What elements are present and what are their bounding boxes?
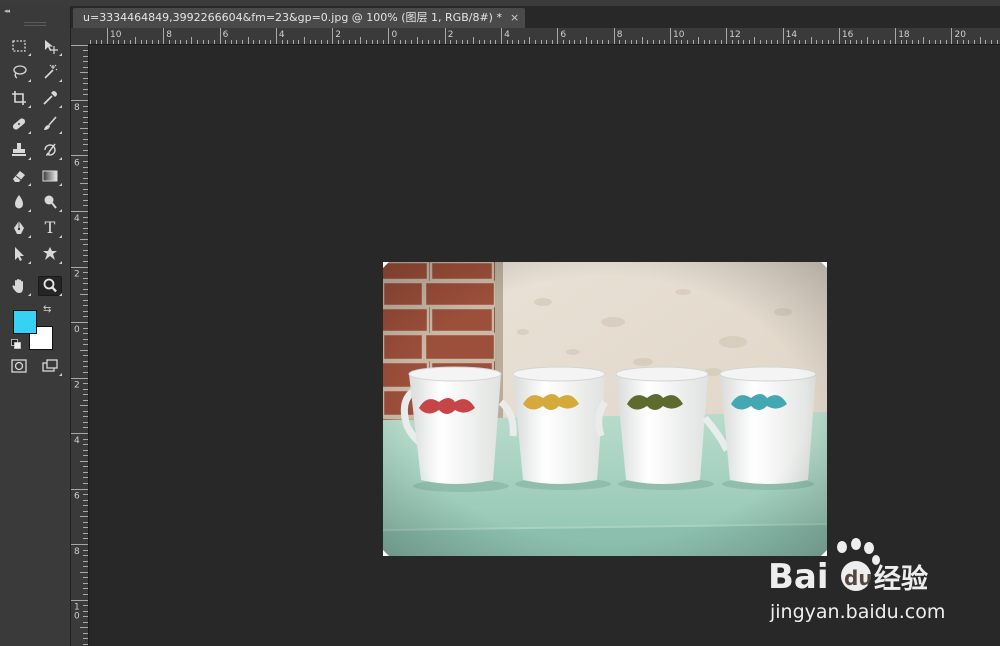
pen-icon[interactable] xyxy=(7,218,31,238)
watermark-brand-cn: 经验 xyxy=(874,563,928,595)
ruler-horizontal[interactable]: 10 8 6 4 2 0 2 4 6 8 10 12 14 16 18 20 xyxy=(89,28,1000,45)
ruler-label: 16 xyxy=(842,30,854,40)
ruler-label: 8 xyxy=(74,103,80,113)
default-colors-icon[interactable] xyxy=(11,339,21,349)
ruler-label: 2 xyxy=(335,30,341,40)
ruler-label: 10 xyxy=(110,30,122,40)
magic-wand-icon[interactable] xyxy=(38,62,62,82)
document-tab[interactable]: u=3334464849,3992266604&fm=23&gp=0.jpg @… xyxy=(73,8,526,28)
quick-mask-icon[interactable] xyxy=(7,356,31,376)
marquee-icon[interactable] xyxy=(7,36,31,56)
crop-icon[interactable] xyxy=(7,88,31,108)
ruler-label: 6 xyxy=(560,30,566,40)
close-icon[interactable]: × xyxy=(510,8,519,28)
ruler-vertical[interactable]: 8642024681012 xyxy=(71,44,89,646)
ruler-label: 6 xyxy=(74,159,80,169)
ruler-label: 8 xyxy=(617,30,623,40)
lasso-icon[interactable] xyxy=(7,62,31,82)
ruler-horizontal-ticks: 10 8 6 4 2 0 2 4 6 8 10 12 14 16 18 20 xyxy=(90,28,998,44)
ruler-label: 0 xyxy=(74,325,80,335)
history-brush-icon[interactable] xyxy=(38,140,62,160)
gradient-icon[interactable] xyxy=(38,166,62,186)
ruler-label: 12 xyxy=(729,30,740,40)
document-tab-bar: u=3334464849,3992266604&fm=23&gp=0.jpg @… xyxy=(71,6,1000,29)
eyedropper-icon[interactable] xyxy=(38,88,62,108)
ruler-label: 8 xyxy=(166,30,172,40)
baidu-paw-icon xyxy=(837,538,880,565)
type-icon[interactable]: T xyxy=(38,218,62,238)
ruler-label: 4 xyxy=(74,214,80,224)
brush-icon[interactable] xyxy=(38,114,62,134)
photo-mustache-mugs xyxy=(383,262,827,556)
zoom-icon[interactable] xyxy=(38,276,62,296)
ruler-label: 6 xyxy=(74,492,80,502)
ruler-label: 4 xyxy=(74,436,80,446)
foreground-color-swatch[interactable] xyxy=(13,310,37,334)
baidu-jingyan-watermark: Bai du 经验 jingyan.baidu.com xyxy=(768,538,945,623)
ruler-label: 4 xyxy=(504,30,510,40)
move-icon[interactable] xyxy=(38,36,62,56)
ruler-label: 20 xyxy=(955,30,967,40)
stamp-icon[interactable] xyxy=(7,140,31,160)
toolbox-panel: ◂◂ T ⇆ xyxy=(0,6,71,646)
swap-colors-icon[interactable]: ⇆ xyxy=(43,304,51,315)
panel-grip[interactable] xyxy=(24,22,46,26)
eraser-icon[interactable] xyxy=(7,166,31,186)
ruler-label: 14 xyxy=(786,30,798,40)
ruler-label: 0 xyxy=(392,30,398,40)
ruler-label: 0 xyxy=(74,612,80,622)
collapse-panel-button[interactable]: ◂◂ xyxy=(4,7,10,15)
bandage-icon[interactable] xyxy=(7,114,31,134)
shape-icon[interactable] xyxy=(38,244,62,264)
ruler-vertical-ticks: 8642024681012 xyxy=(71,45,88,645)
ruler-label: 2 xyxy=(74,270,80,280)
watermark-brand-right: du xyxy=(844,566,873,590)
dodge-icon[interactable] xyxy=(38,192,62,212)
ruler-label: 18 xyxy=(898,30,910,40)
screen-mode-icon[interactable] xyxy=(38,356,62,376)
document-image[interactable] xyxy=(383,262,827,556)
hand-icon[interactable] xyxy=(7,276,31,296)
ruler-label: 10 xyxy=(673,30,685,40)
document-tab-title: u=3334464849,3992266604&fm=23&gp=0.jpg @… xyxy=(83,11,502,24)
ruler-label: 2 xyxy=(74,381,80,391)
ruler-label: 2 xyxy=(448,30,454,40)
watermark-url: jingyan.baidu.com xyxy=(769,601,945,623)
ruler-label: 4 xyxy=(279,30,285,40)
ruler-label: 6 xyxy=(223,30,229,40)
ruler-label: 8 xyxy=(74,547,80,557)
arrow-icon[interactable] xyxy=(7,244,31,264)
watermark-brand-left: Bai xyxy=(768,557,829,597)
drop-icon[interactable] xyxy=(7,192,31,212)
